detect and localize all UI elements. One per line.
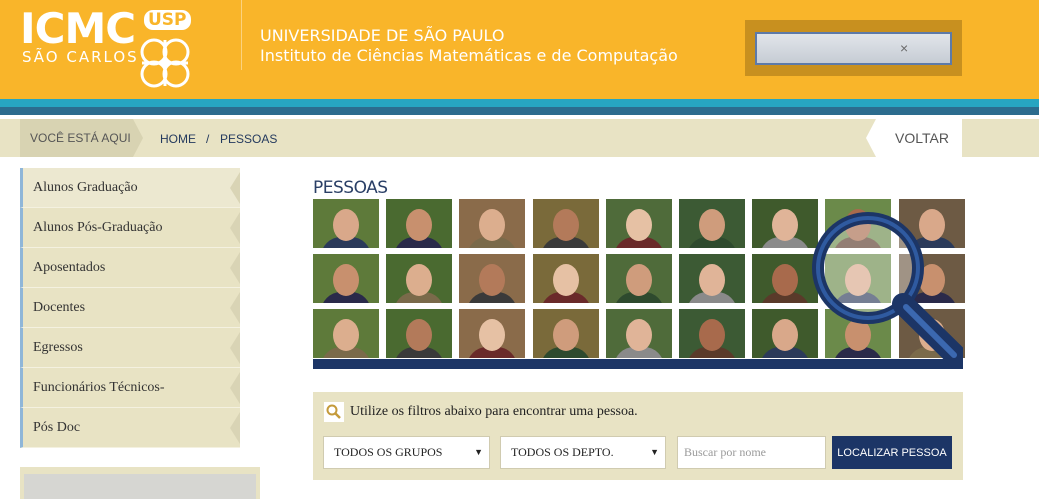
sidebar-item-docentes[interactable]: Docentes (20, 288, 240, 328)
person-photo (386, 199, 453, 248)
sidebar-item-alunos-pos-graduacao[interactable]: Alunos Pós-Graduação (20, 208, 240, 248)
sidebar-item-egressos[interactable]: Egressos (20, 328, 240, 368)
face-shape (625, 319, 652, 351)
map-image (24, 474, 256, 499)
name-search-input[interactable] (677, 436, 826, 469)
group-select[interactable]: TODOS OS GRUPOS ▼ (323, 436, 490, 469)
search-icon (324, 402, 344, 422)
person-photo (605, 199, 672, 248)
face-shape (625, 264, 652, 296)
person-photo (313, 309, 379, 358)
face-shape (479, 264, 506, 296)
person-photo (679, 309, 745, 358)
face-shape (552, 319, 579, 351)
chevron-down-icon: ▼ (650, 447, 659, 457)
face-shape (333, 264, 359, 296)
breadcrumb-home-link[interactable]: HOME (160, 132, 196, 146)
usp-knot-icon (140, 38, 190, 88)
face-shape (406, 319, 433, 351)
face-shape (699, 209, 725, 241)
person-photo (679, 254, 745, 303)
clear-search-icon[interactable]: × (900, 40, 908, 56)
back-button[interactable]: VOLTAR (866, 119, 962, 157)
logo-subtitle: SÃO CARLOS (22, 48, 139, 66)
breadcrumb-current[interactable]: PESSOAS (220, 132, 277, 146)
header-stripe-navy (0, 107, 1039, 115)
breadcrumb-separator: / (206, 132, 210, 146)
face-shape (479, 209, 506, 241)
institute-title: Instituto de Ciências Matemáticas e de C… (260, 46, 678, 65)
chevron-down-icon: ▼ (474, 447, 483, 457)
person-photo (459, 199, 526, 248)
person-photo (532, 199, 599, 248)
person-photo (313, 199, 379, 248)
sidebar-item-pos-doc[interactable]: Pós Doc (20, 408, 240, 448)
magnifier-icon (812, 212, 963, 368)
face-shape (552, 209, 579, 241)
face-shape (699, 319, 725, 351)
face-shape (772, 264, 799, 296)
filter-instructions: Utilize os filtros abaixo para encontrar… (350, 404, 638, 419)
person-photo (532, 309, 599, 358)
header-search-input[interactable] (755, 32, 952, 65)
sidebar-item-alunos-graduacao[interactable]: Alunos Graduação (20, 168, 240, 208)
person-photo (605, 309, 672, 358)
person-photo (605, 254, 672, 303)
face-shape (406, 264, 433, 296)
person-photo (386, 254, 453, 303)
page-title: PESSOAS (313, 178, 388, 198)
face-shape (772, 209, 799, 241)
dept-select-value: TODOS OS DEPTO. (511, 445, 614, 459)
face-shape (772, 319, 799, 351)
face-shape (333, 209, 359, 241)
person-photo (679, 199, 745, 248)
icmc-logo[interactable]: ICMC SÃO CARLOS USP (20, 8, 220, 92)
usp-badge: USP (144, 10, 191, 30)
header-stripe-blue (0, 99, 1039, 107)
person-photo (459, 254, 526, 303)
localizar-pessoa-button[interactable]: LOCALIZAR PESSOA (832, 436, 952, 469)
face-shape (699, 264, 725, 296)
face-shape (479, 319, 506, 351)
sidebar-item-aposentados[interactable]: Aposentados (20, 248, 240, 288)
logo-text: ICMC (20, 4, 136, 53)
face-shape (552, 264, 579, 296)
face-shape (625, 209, 652, 241)
group-select-value: TODOS OS GRUPOS (334, 445, 443, 459)
header-divider (241, 0, 242, 70)
face-shape (406, 209, 433, 241)
university-title: UNIVERSIDADE DE SÃO PAULO (260, 26, 505, 45)
person-photo (386, 309, 453, 358)
person-photo (313, 254, 379, 303)
sidebar-menu: Alunos Graduação Alunos Pós-Graduação Ap… (20, 168, 240, 450)
person-photo (532, 254, 599, 303)
breadcrumb-label: VOCÊ ESTÁ AQUI (20, 119, 143, 157)
face-shape (333, 319, 359, 351)
dept-select[interactable]: TODOS OS DEPTO. ▼ (500, 436, 666, 469)
person-photo (459, 309, 526, 358)
sidebar-item-funcionarios[interactable]: Funcionários Técnicos- (20, 368, 240, 408)
